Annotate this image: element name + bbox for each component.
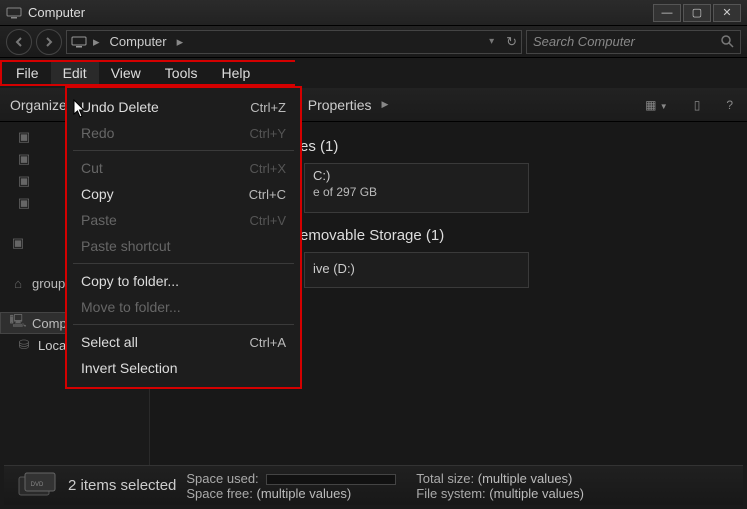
menu-item-shortcut: Ctrl+V [250,213,286,228]
menu-item-shortcut: Ctrl+Z [250,100,286,115]
menu-item-shortcut: Ctrl+X [250,161,286,176]
close-button[interactable]: ✕ [713,4,741,22]
dropdown-icon[interactable]: ▾ [489,36,494,47]
computer-icon: 🖳 [10,312,26,334]
drive-free-space: e of 297 GB [313,185,520,199]
section-label: es (1) [300,138,338,155]
menu-item-label: Paste [81,212,250,228]
minimize-button[interactable]: — [653,4,681,22]
search-input[interactable]: Search Computer [526,30,741,54]
space-used-bar [266,474,396,485]
menu-item-label: Copy to folder... [81,273,286,289]
menu-item-paste: PasteCtrl+V [67,207,300,233]
menu-edit[interactable]: Edit [51,62,99,84]
drive-name: ive (D:) [313,261,520,276]
properties-label: Properties [308,97,372,113]
navigation-bar: ▸ Computer ▸ ▾ ↻ Search Computer [0,26,747,58]
svg-text:DVD: DVD [31,482,44,488]
menu-item-cut: CutCtrl+X [67,155,300,181]
menu-item-label: Select all [81,334,250,350]
menu-item-paste-shortcut: Paste shortcut [67,233,300,259]
breadcrumb-separator: ▸ [177,34,184,50]
section-hard-disk-drives[interactable]: es (1) [294,138,733,155]
refresh-icon[interactable]: ↻ [506,34,517,50]
sidebar-item-label: group [32,276,65,291]
menu-separator [73,324,294,325]
menu-view[interactable]: View [99,62,153,84]
menu-item-shortcut: Ctrl+C [249,187,286,202]
search-icon [721,35,734,48]
preview-pane-button[interactable]: ▯ [690,98,705,112]
drive-d[interactable]: ive (D:) [304,252,529,288]
menu-separator [73,150,294,151]
space-free-value: (multiple values) [257,486,352,501]
selection-thumbnail: DVD [14,469,60,503]
menu-item-shortcut: Ctrl+A [250,335,286,350]
back-button[interactable] [6,29,32,55]
section-label: emovable Storage (1) [300,227,444,244]
total-size-label: Total size: [416,471,474,486]
organize-label: Organize [10,97,67,113]
folder-icon: ▣ [16,195,32,211]
window-title: Computer [28,5,653,20]
section-removable-storage[interactable]: emovable Storage (1) [294,227,733,244]
breadcrumb-computer[interactable]: Computer [106,34,171,49]
menu-tools[interactable]: Tools [153,62,210,84]
folder-icon: ▣ [16,151,32,167]
properties-button[interactable]: Properties ▶ [308,97,389,113]
menu-item-invert-selection[interactable]: Invert Selection [67,355,300,381]
address-bar[interactable]: ▸ Computer ▸ ▾ ↻ [66,30,522,54]
menu-item-shortcut: Ctrl+Y [250,126,286,141]
menu-item-label: Copy [81,186,249,202]
menu-item-label: Paste shortcut [81,238,286,254]
maximize-button[interactable]: ▢ [683,4,711,22]
menu-item-label: Invert Selection [81,360,286,376]
menu-item-label: Move to folder... [81,299,286,315]
space-free-label: Space free: [186,486,253,501]
menu-help[interactable]: Help [209,62,262,84]
menu-bar: File Edit View Tools Help [0,60,295,86]
folder-icon: ▣ [16,173,32,189]
breadcrumb-separator: ▸ [93,34,100,50]
menu-item-copy-to-folder[interactable]: Copy to folder... [67,268,300,294]
menu-item-label: Cut [81,160,250,176]
search-placeholder: Search Computer [533,34,635,49]
menu-item-label: Redo [81,125,250,141]
status-bar: DVD 2 items selected Space used: Total s… [4,465,743,505]
folder-icon: ▣ [10,235,26,251]
menu-item-select-all[interactable]: Select allCtrl+A [67,329,300,355]
view-options-button[interactable]: ▦ ▼ [641,98,672,112]
selection-count: 2 items selected [68,477,176,494]
menu-item-undo[interactable]: Undo DeleteCtrl+Z [67,94,300,120]
homegroup-icon: ⌂ [10,276,26,291]
forward-button[interactable] [36,29,62,55]
help-button[interactable]: ? [722,98,737,112]
file-system-value: (multiple values) [489,486,584,501]
edit-menu-popup: Undo DeleteCtrl+Z RedoCtrl+Y CutCtrl+X C… [65,86,302,389]
menu-separator [73,263,294,264]
menu-item-move-to-folder: Move to folder... [67,294,300,320]
forward-arrow-icon: ▶ [382,99,389,110]
title-bar: Computer — ▢ ✕ [0,0,747,26]
menu-item-label: Undo Delete [81,99,250,115]
menu-item-redo: RedoCtrl+Y [67,120,300,146]
drive-c[interactable]: C:) e of 297 GB [304,163,529,213]
computer-icon [6,7,22,19]
menu-file[interactable]: File [4,62,51,84]
folder-icon: ▣ [16,129,32,145]
menu-item-copy[interactable]: CopyCtrl+C [67,181,300,207]
disk-icon: ⛁ [16,337,32,353]
computer-icon [71,36,87,48]
file-system-label: File system: [416,486,485,501]
drive-name: C:) [313,168,520,183]
space-used-label: Space used: [186,471,258,486]
total-size-value: (multiple values) [478,471,573,486]
